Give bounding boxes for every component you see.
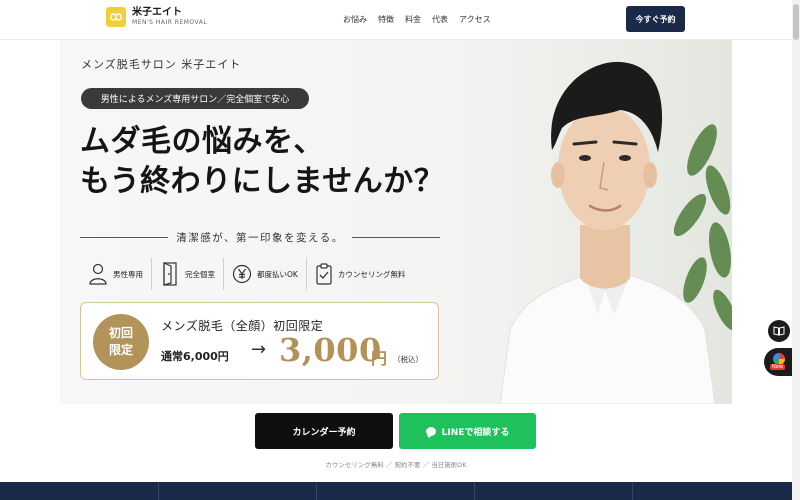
tagline-rule-right [351,236,441,238]
logo-mark-icon [106,7,126,27]
person-icon [89,263,107,285]
feature-item: カウンセリング無料 [307,258,414,290]
calendar-reserve-button[interactable]: カレンダー予約 [255,413,393,449]
scrollbar-thumb[interactable] [793,4,799,40]
extension-widget[interactable]: New [764,348,794,376]
regular-price: 通常6,000円 [161,350,229,363]
nav-item-access[interactable]: アクセス [459,14,491,25]
feature-item: 都度払いOK [224,258,307,290]
hero-headline: ムダ毛の悩みを、 もう終わりにしませんか？ [80,122,444,202]
badge-line-2: 限定 [108,343,133,357]
tagline-rule-left [80,236,169,238]
reserve-now-button[interactable]: 今すぐ予約 [626,6,685,32]
salon-name: メンズ脱毛サロン 米子エイト [81,58,242,71]
line-consult-label: LINEで相談する [441,427,510,438]
feature-label: 完全個室 [185,269,215,279]
tax-included-note: （税込） [393,355,423,364]
site-header: 米子エイト MEN'S HAIR REMOVAL お悩み 特徴 料金 代表 アク… [0,0,800,40]
stats-band [0,482,792,500]
logo-sub: MEN'S HAIR REMOVAL [132,19,208,26]
first-time-offer-card: 初回 限定 メンズ脱毛（全顔）初回限定 通常6,000円 → 3,000 円 （… [80,302,439,380]
feature-item: 完全個室 [152,258,224,290]
headline-line-2: もう終わりにしませんか？ [80,164,445,199]
band-divider [158,482,159,500]
nav-item-representative[interactable]: 代表 [432,14,448,25]
feature-list: 男性専用 完全個室 都度払いOK カウンセリング無料 [80,258,442,290]
band-divider [632,482,633,500]
tagline-text: 清潔感が、第一印象を変える。 [176,231,344,244]
headline-line-1: ムダ毛の悩みを、 [80,124,324,159]
hero-model-photo [480,40,732,404]
feature-label: 都度払いOK [257,269,298,279]
offer-yen: 円 [371,349,388,368]
feature-item: 男性専用 [80,258,152,290]
tagline: 清潔感が、第一印象を変える。 [80,230,441,244]
line-consult-button[interactable]: LINEで相談する [399,413,536,449]
first-time-badge: 初回 限定 [93,314,149,370]
arrow-right-icon: → [251,339,267,360]
band-divider [316,482,317,500]
nav-item-features[interactable]: 特徴 [378,14,394,25]
badge-line-1: 初回 [108,326,133,340]
chat-bubble-icon [425,426,436,438]
band-divider [474,482,475,500]
offer-price: 3,000 [279,331,382,369]
reader-icon[interactable] [768,320,790,342]
feature-label: 男性専用 [113,269,143,279]
logo[interactable]: 米子エイト MEN'S HAIR REMOVAL [106,7,207,27]
cta-note: カウンセリング無料 ／ 契約不要 ／ 当日施術OK [325,461,467,469]
yen-icon [232,264,252,284]
clipboard-icon [316,263,332,285]
concept-pill: 男性によるメンズ専用サロン／完全個室で安心 [81,88,309,109]
new-label: New [770,364,785,370]
door-icon [163,262,177,286]
logo-name: 米子エイト [132,7,182,18]
main-nav: お悩み 特徴 料金 代表 アクセス [343,14,491,25]
nav-item-concerns[interactable]: お悩み [343,14,367,25]
nav-item-pricing[interactable]: 料金 [405,14,421,25]
page-scrollbar[interactable] [792,0,800,500]
feature-label: カウンセリング無料 [337,269,406,279]
